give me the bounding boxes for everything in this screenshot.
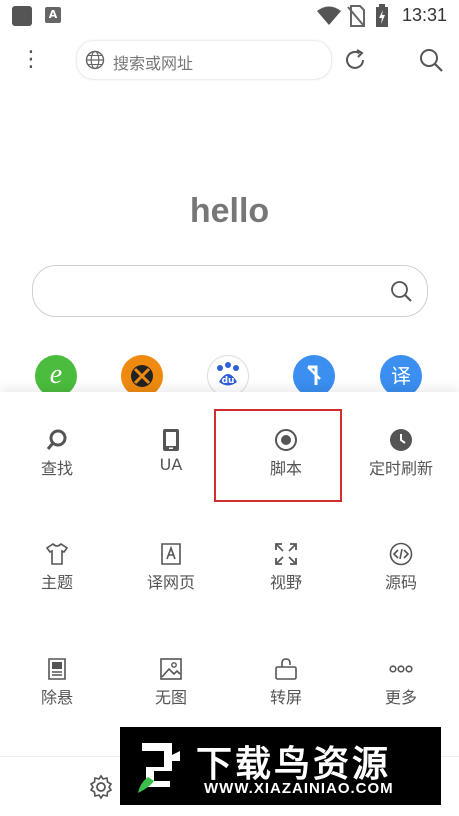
shirt-icon <box>45 542 69 565</box>
menu-item-label: 转屏 <box>269 688 302 707</box>
watermark-url: WWW.XIAZAINIAO.COM <box>204 780 394 797</box>
menu-item-label: 查找 <box>40 459 73 478</box>
menu-item-rotate[interactable]: 转屏 <box>229 621 343 721</box>
globe-icon <box>85 50 105 70</box>
battery-charging-icon <box>376 4 388 27</box>
shortcut-ie[interactable]: e <box>35 355 77 397</box>
home-search-input[interactable] <box>32 265 428 317</box>
expand-icon <box>275 543 297 565</box>
menu-item-label: 主题 <box>40 573 73 592</box>
search-icon[interactable] <box>389 279 413 303</box>
highlight-box <box>214 409 342 502</box>
menu-item-label: 视野 <box>269 573 302 592</box>
watermark-banner: 下载鸟资源 WWW.XIAZAINIAO.COM <box>120 727 441 805</box>
baidu-label: du <box>221 376 235 386</box>
menu-item-find[interactable]: 查找 <box>0 392 114 492</box>
xbox-icon <box>131 365 153 387</box>
menu-item-source[interactable]: 源码 <box>344 506 458 606</box>
overflow-menu-icon[interactable]: ⋮ <box>20 46 42 74</box>
menu-item-timed-refresh[interactable]: 定时刷新 <box>344 392 458 492</box>
address-placeholder: 搜索或网址 <box>113 54 194 73</box>
more-icon <box>389 665 413 673</box>
code-icon <box>389 542 413 566</box>
arrow-icon <box>307 365 321 385</box>
clock-icon <box>390 429 412 451</box>
tablet-icon <box>163 429 179 451</box>
menu-item-translate-page[interactable]: 译网页 <box>114 506 228 606</box>
refresh-icon[interactable] <box>342 47 368 73</box>
menu-item-ua[interactable]: UA <box>114 392 228 492</box>
menu-item-label: 源码 <box>384 573 417 592</box>
status-time: 13:31 <box>401 5 447 25</box>
menu-item-viewport[interactable]: 视野 <box>229 506 343 606</box>
gear-icon[interactable] <box>88 774 114 800</box>
home-title: hello <box>189 192 270 230</box>
menu-item-no-image[interactable]: 无图 <box>114 621 228 721</box>
wifi-icon <box>317 6 341 25</box>
ie-e-icon: e <box>49 359 63 390</box>
shortcut-translate[interactable]: 译 <box>380 355 422 397</box>
notification-app-icon <box>12 6 32 26</box>
image-icon <box>160 658 182 680</box>
menu-item-label: 无图 <box>154 688 187 707</box>
menu-item-label: 译网页 <box>146 573 195 592</box>
ad-block-icon <box>48 658 66 680</box>
status-bar: A 13:31 <box>0 0 459 32</box>
menu-item-more[interactable]: 更多 <box>344 621 458 721</box>
search-icon[interactable] <box>417 46 445 74</box>
shortcut-baidu[interactable]: du <box>207 355 249 397</box>
no-sim-icon <box>347 5 365 27</box>
menu-item-theme[interactable]: 主题 <box>0 506 114 606</box>
shortcut-xbox[interactable] <box>121 355 163 397</box>
address-bar[interactable]: 搜索或网址 <box>76 40 332 80</box>
translate-icon <box>161 543 181 565</box>
menu-item-label: 定时刷新 <box>368 459 433 478</box>
notification-a-icon: A <box>45 7 61 23</box>
menu-item-label: UA <box>159 455 183 474</box>
bird-logo-icon <box>138 743 180 793</box>
shortcut-link[interactable] <box>293 355 335 397</box>
menu-item-remove-float[interactable]: 除悬 <box>0 621 114 721</box>
rotate-icon <box>275 658 297 680</box>
search-icon <box>46 429 67 450</box>
menu-item-label: 更多 <box>384 688 417 707</box>
menu-item-label: 除悬 <box>40 688 73 707</box>
